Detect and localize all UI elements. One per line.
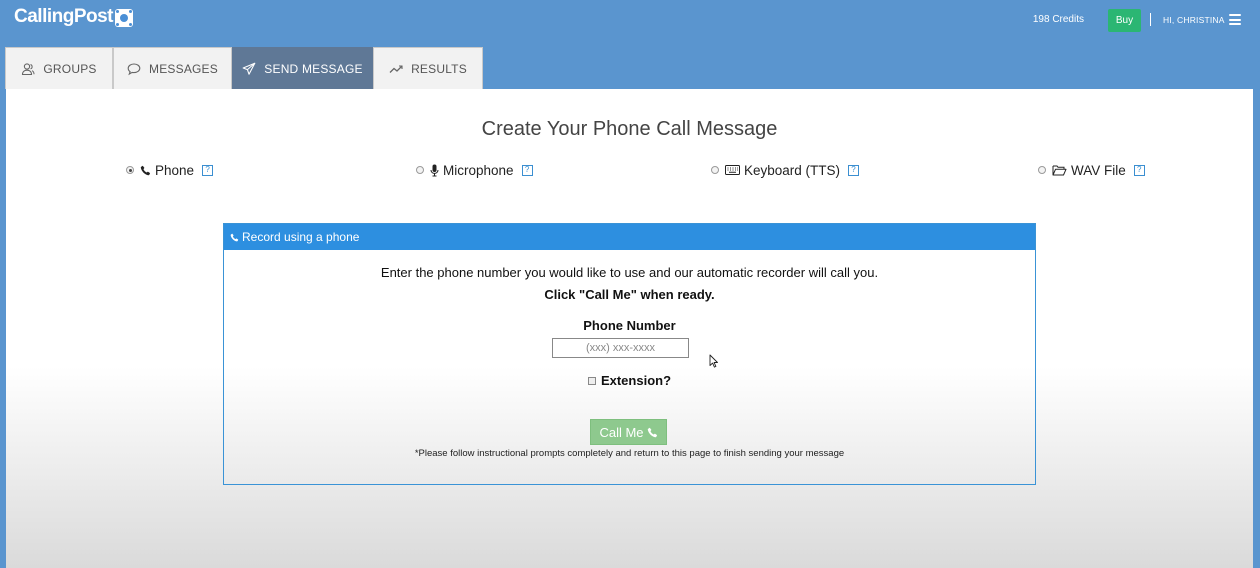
tab-label: MESSAGES [149, 61, 218, 76]
buy-button[interactable]: Buy [1108, 9, 1141, 32]
option-microphone[interactable]: Microphone ? [416, 161, 533, 179]
extension-label: Extension? [600, 373, 672, 388]
radio-button[interactable] [416, 166, 424, 174]
help-icon[interactable]: ? [521, 164, 533, 176]
microphone-icon [430, 164, 439, 177]
keyboard-icon [725, 165, 740, 175]
panel-header: Record using a phone [224, 224, 1035, 250]
hamburger-icon[interactable] [1229, 14, 1241, 25]
radio-button[interactable] [126, 166, 134, 174]
phone-number-label: Phone Number [583, 318, 676, 333]
main-tabs: GROUPS MESSAGES SEND MESSAGE RESULTS [5, 47, 483, 89]
tab-send-message[interactable]: SEND MESSAGE [232, 47, 373, 89]
mouse-cursor-icon [709, 354, 718, 368]
main-content: Create Your Phone Call Message Phone ? M… [6, 89, 1253, 568]
tab-results[interactable]: RESULTS [373, 47, 483, 89]
option-keyboard-tts[interactable]: Keyboard (TTS) ? [711, 161, 860, 179]
speech-bubble-icon [127, 62, 141, 76]
record-using-phone-panel: Record using a phone Enter the phone num… [223, 223, 1036, 485]
recording-method-options: Phone ? Microphone ? Keyboard (TTS) ? WA… [6, 161, 1253, 181]
page-title: Create Your Phone Call Message [481, 118, 778, 140]
tab-label: SEND MESSAGE [264, 61, 363, 76]
phone-icon [230, 233, 239, 242]
panel-title: Record using a phone [242, 230, 360, 244]
top-bar: CallingPost 198 Credits Buy HI, CHRISTIN… [0, 0, 1260, 42]
tab-label: RESULTS [411, 61, 467, 76]
folder-icon [1052, 164, 1067, 176]
option-label: Phone [155, 162, 195, 178]
call-me-label: Call Me [599, 424, 644, 440]
instruction-note: *Please follow instructional prompts com… [414, 448, 845, 459]
option-label: Keyboard (TTS) [744, 162, 841, 178]
option-wav-file[interactable]: WAV File ? [1038, 161, 1145, 179]
phone-number-input[interactable] [552, 338, 689, 358]
extension-toggle[interactable]: Extension? [224, 373, 1035, 388]
instruction-line-2: Click "Call Me" when ready. [544, 287, 715, 302]
groups-icon [21, 62, 35, 76]
radio-button[interactable] [1038, 166, 1046, 174]
footer-divider [26, 526, 1233, 527]
phone-icon [647, 427, 658, 438]
trend-line-icon [389, 62, 403, 76]
logo[interactable]: CallingPost [14, 6, 134, 28]
option-label: Microphone [443, 162, 514, 178]
help-icon[interactable]: ? [1133, 164, 1145, 176]
option-phone[interactable]: Phone ? [126, 161, 214, 179]
help-icon[interactable]: ? [848, 164, 860, 176]
extension-checkbox[interactable] [587, 376, 596, 385]
call-me-button[interactable]: Call Me [590, 419, 667, 445]
paper-plane-icon [242, 62, 256, 76]
option-label: WAV File [1071, 162, 1126, 178]
user-greeting[interactable]: HI, CHRISTINA [1163, 15, 1225, 25]
tab-label: GROUPS [43, 61, 97, 76]
instructions: Enter the phone number you would like to… [224, 262, 1035, 306]
tab-groups[interactable]: GROUPS [5, 47, 113, 89]
phone-icon [140, 165, 151, 176]
logo-mark-icon [115, 9, 134, 27]
logo-text: CallingPost [14, 6, 114, 27]
instruction-line-1: Enter the phone number you would like to… [380, 265, 879, 280]
radio-button[interactable] [711, 166, 719, 174]
tab-messages[interactable]: MESSAGES [113, 47, 232, 89]
header-divider [1150, 13, 1151, 26]
help-icon[interactable]: ? [202, 164, 214, 176]
credits-count: 198 Credits [1032, 14, 1084, 25]
